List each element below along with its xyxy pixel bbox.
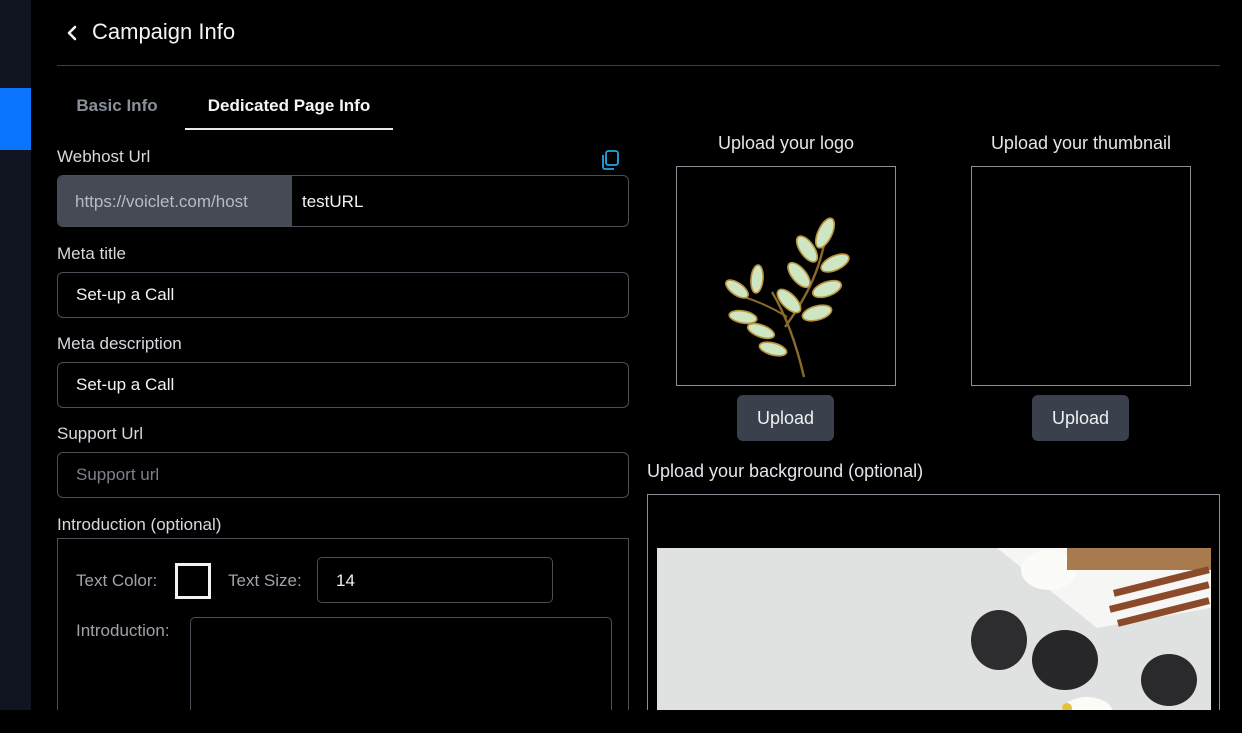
webhost-url-label: Webhost Url	[57, 147, 151, 166]
upload-logo-button[interactable]: Upload	[737, 395, 834, 441]
text-color-label: Text Color:	[76, 571, 158, 590]
page-header: Campaign Info	[57, 12, 1220, 66]
support-url-input[interactable]: Support url	[57, 452, 629, 498]
text-size-value: 14	[336, 571, 355, 590]
left-sidebar	[0, 0, 31, 710]
chevron-left-icon	[67, 25, 77, 41]
background-preview	[647, 494, 1220, 724]
introduction-field-label: Introduction:	[76, 621, 170, 640]
thumbnail-preview	[971, 166, 1191, 386]
tab-basic-info[interactable]: Basic Info	[57, 88, 177, 130]
introduction-panel: Text Color: Text Size: 14 Introduction:	[57, 538, 629, 733]
logo-preview	[676, 166, 896, 386]
logo-image	[725, 217, 850, 378]
webhost-url-field[interactable]: https://voiclet.com/host testURL	[57, 175, 629, 227]
back-button[interactable]	[63, 22, 83, 44]
meta-title-label: Meta title	[57, 244, 126, 263]
upload-background-title: Upload your background (optional)	[647, 461, 924, 481]
bottom-strip	[0, 710, 1242, 733]
upload-thumbnail-title: Upload your thumbnail	[990, 133, 1172, 153]
meta-description-label: Meta description	[57, 334, 182, 353]
meta-description-value: Set-up a Call	[76, 375, 175, 394]
webhost-url-prefix: https://voiclet.com/host	[58, 176, 292, 226]
introduction-label: Introduction (optional)	[57, 515, 222, 534]
webhost-url-input[interactable]: testURL	[302, 192, 363, 212]
meta-title-input[interactable]: Set-up a Call	[57, 272, 629, 318]
support-url-label: Support Url	[57, 424, 143, 443]
upload-thumbnail-button[interactable]: Upload	[1032, 395, 1129, 441]
support-url-placeholder: Support url	[76, 465, 160, 484]
background-image	[657, 548, 1211, 718]
sidebar-active-indicator[interactable]	[0, 88, 31, 150]
text-size-label: Text Size:	[228, 571, 302, 590]
meta-description-input[interactable]: Set-up a Call	[57, 362, 629, 408]
text-size-input[interactable]: 14	[317, 557, 553, 603]
text-color-swatch[interactable]	[175, 563, 211, 599]
copy-button[interactable]	[598, 148, 622, 172]
meta-title-value: Set-up a Call	[76, 285, 175, 304]
tab-dedicated-page-info[interactable]: Dedicated Page Info	[185, 88, 393, 130]
page-title: Campaign Info	[92, 19, 236, 44]
copy-icon	[602, 150, 619, 170]
upload-logo-title: Upload your logo	[717, 133, 855, 153]
